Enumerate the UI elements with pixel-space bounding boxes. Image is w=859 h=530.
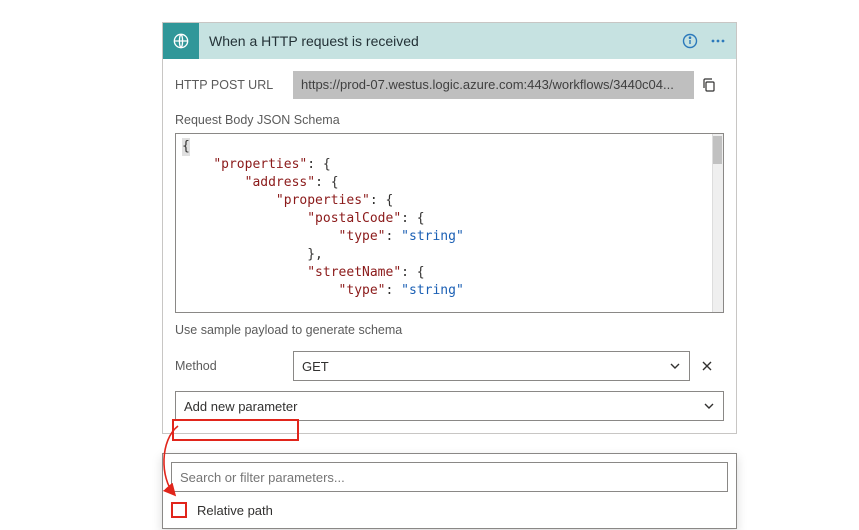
copy-icon bbox=[701, 77, 717, 93]
trigger-card: When a HTTP request is received HTTP POS… bbox=[162, 22, 737, 434]
card-title: When a HTTP request is received bbox=[199, 33, 676, 49]
use-sample-payload-link[interactable]: Use sample payload to generate schema bbox=[175, 313, 724, 351]
schema-textarea[interactable]: { "properties": { "address": { "properti… bbox=[175, 133, 724, 313]
relative-path-checkbox[interactable] bbox=[171, 502, 187, 518]
schema-scrollbar[interactable] bbox=[712, 134, 723, 312]
method-label: Method bbox=[175, 359, 293, 373]
parameter-option-label: Relative path bbox=[197, 503, 273, 518]
parameter-popover: Relative path bbox=[162, 453, 737, 529]
card-body: HTTP POST URL https://prod-07.westus.log… bbox=[163, 59, 736, 421]
url-value[interactable]: https://prod-07.westus.logic.azure.com:4… bbox=[293, 71, 694, 99]
request-icon bbox=[171, 31, 191, 51]
method-row: Method GET bbox=[175, 351, 724, 381]
url-row: HTTP POST URL https://prod-07.westus.log… bbox=[175, 71, 724, 99]
chevron-down-icon bbox=[669, 360, 681, 372]
info-icon[interactable] bbox=[676, 27, 704, 55]
parameter-option-relative-path[interactable]: Relative path bbox=[171, 502, 728, 518]
card-header: When a HTTP request is received bbox=[163, 23, 736, 59]
add-new-parameter-dropdown[interactable]: Add new parameter bbox=[175, 391, 724, 421]
method-value: GET bbox=[302, 359, 329, 374]
copy-url-button[interactable] bbox=[694, 77, 724, 93]
chevron-down-icon bbox=[703, 400, 715, 412]
more-icon[interactable] bbox=[704, 27, 732, 55]
url-label: HTTP POST URL bbox=[175, 78, 293, 92]
add-new-parameter-label: Add new parameter bbox=[184, 399, 297, 414]
method-select[interactable]: GET bbox=[293, 351, 690, 381]
close-icon bbox=[701, 360, 713, 372]
schema-label: Request Body JSON Schema bbox=[175, 113, 724, 127]
method-clear-button[interactable] bbox=[690, 351, 724, 381]
connector-icon-box bbox=[163, 23, 199, 59]
parameter-search-input[interactable] bbox=[171, 462, 728, 492]
